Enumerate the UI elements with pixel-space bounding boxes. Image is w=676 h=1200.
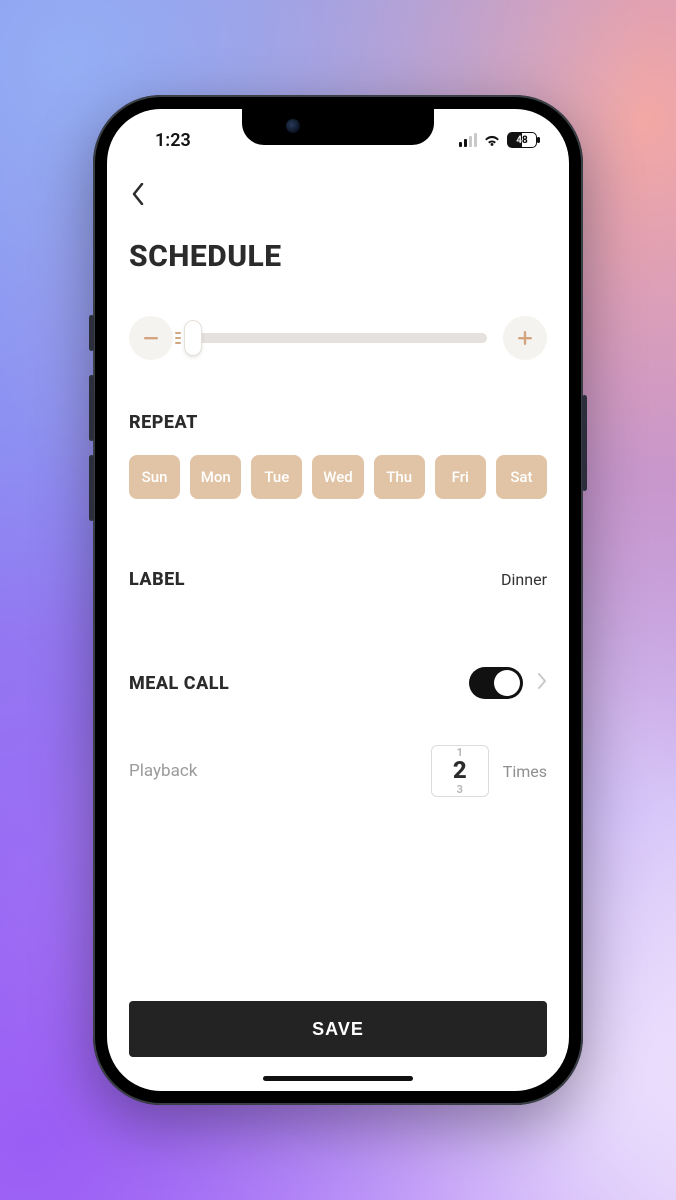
playback-picker[interactable]: 1 2 3 — [431, 745, 489, 797]
day-wed[interactable]: Wed — [312, 455, 363, 499]
meal-call-row: MEAL CALL — [129, 657, 547, 709]
playback-next: 3 — [457, 784, 463, 795]
home-indicator[interactable] — [263, 1076, 413, 1081]
back-button[interactable] — [131, 183, 145, 205]
cellular-icon — [459, 133, 477, 147]
phone-side-button — [89, 375, 94, 441]
battery-icon: 48 — [507, 132, 537, 148]
day-mon[interactable]: Mon — [190, 455, 241, 499]
portion-slider[interactable] — [189, 333, 487, 343]
decrease-button[interactable] — [129, 316, 173, 360]
day-sun[interactable]: Sun — [129, 455, 180, 499]
plus-icon — [516, 329, 534, 347]
slider-thumb[interactable] — [185, 321, 201, 355]
chevron-right-icon — [537, 673, 547, 689]
meal-call-detail-button[interactable] — [537, 673, 547, 693]
day-sat[interactable]: Sat — [496, 455, 547, 499]
content: SCHEDULE REPEAT — [107, 109, 569, 1091]
day-tue[interactable]: Tue — [251, 455, 302, 499]
label-heading: LABEL — [129, 569, 185, 590]
toggle-knob — [494, 670, 520, 696]
phone-side-button — [582, 395, 587, 491]
meal-call-heading: MEAL CALL — [129, 673, 229, 694]
day-thu[interactable]: Thu — [374, 455, 425, 499]
phone-side-button — [89, 315, 94, 351]
save-button[interactable]: SAVE — [129, 1001, 547, 1057]
label-row[interactable]: LABEL Dinner — [129, 553, 547, 605]
playback-suffix: Times — [503, 762, 547, 781]
portion-slider-row — [129, 316, 547, 360]
day-fri[interactable]: Fri — [435, 455, 486, 499]
wifi-icon — [483, 133, 501, 147]
status-time: 1:23 — [155, 130, 191, 151]
minus-icon — [142, 329, 160, 347]
increase-button[interactable] — [503, 316, 547, 360]
playback-row: Playback 1 2 3 Times — [129, 745, 547, 797]
meal-call-toggle[interactable] — [469, 667, 523, 699]
page-title: SCHEDULE — [129, 239, 547, 274]
phone-frame: 1:23 48 SCHEDULE — [93, 95, 583, 1105]
repeat-heading: REPEAT — [129, 412, 547, 433]
label-value: Dinner — [501, 570, 547, 589]
repeat-days: Sun Mon Tue Wed Thu Fri Sat — [129, 455, 547, 499]
status-indicators: 48 — [459, 132, 537, 148]
playback-value: 2 — [453, 758, 467, 783]
battery-percent: 48 — [516, 135, 527, 146]
playback-label: Playback — [129, 761, 197, 781]
screen: 1:23 48 SCHEDULE — [107, 109, 569, 1091]
notch — [242, 109, 434, 145]
front-camera — [286, 119, 300, 133]
phone-side-button — [89, 455, 94, 521]
